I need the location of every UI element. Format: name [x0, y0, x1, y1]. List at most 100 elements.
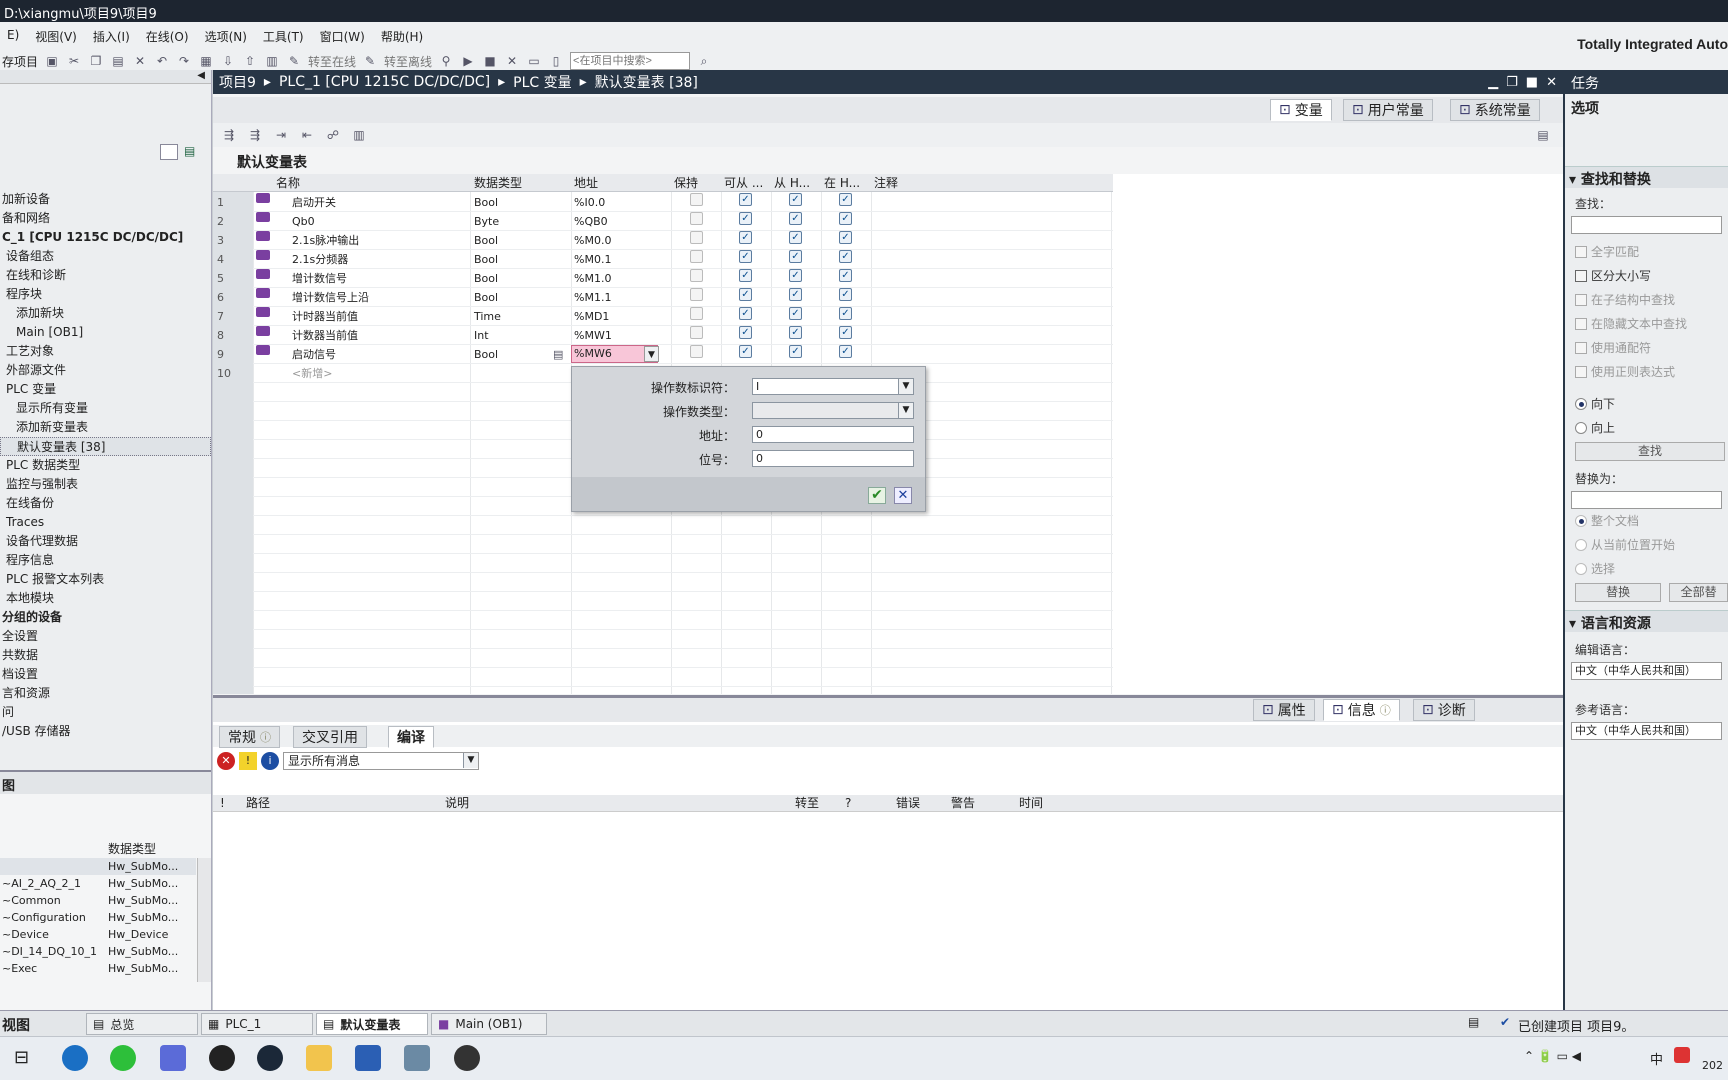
- export-icon[interactable]: ⇥: [273, 127, 289, 143]
- retain-checkbox[interactable]: [690, 288, 703, 301]
- tree-item[interactable]: 本地模块: [0, 589, 211, 608]
- tag-datatype[interactable]: Bool: [474, 231, 498, 250]
- tree-item[interactable]: PLC 变量: [0, 380, 211, 399]
- portal-view-button[interactable]: 视图: [2, 1015, 30, 1035]
- menu-item[interactable]: 工具(T): [256, 28, 313, 45]
- menu-item[interactable]: 窗口(W): [313, 28, 374, 45]
- find-option-checkbox[interactable]: 使用通配符: [1565, 336, 1728, 360]
- find-option-checkbox[interactable]: 在子结构中查找: [1565, 288, 1728, 312]
- col-accessible-hmi[interactable]: 可从 ...: [724, 174, 763, 192]
- word-icon[interactable]: [355, 1045, 381, 1071]
- visible-hmi-checkbox[interactable]: ✓: [839, 193, 852, 206]
- tag-datatype[interactable]: Bool: [474, 288, 498, 307]
- obs-icon[interactable]: [454, 1045, 480, 1071]
- menu-item[interactable]: 帮助(H): [374, 28, 432, 45]
- table-settings-icon[interactable]: ▤: [1535, 127, 1551, 143]
- col-comment[interactable]: 注释: [874, 174, 898, 192]
- tree-item[interactable]: 在线和诊断: [0, 266, 211, 285]
- find-option-checkbox[interactable]: 全字匹配: [1565, 240, 1728, 264]
- go-online-button[interactable]: 转至在线: [308, 53, 356, 70]
- edit-language-select[interactable]: 中文（中华人民共和国）: [1571, 662, 1722, 680]
- direction-up[interactable]: 向上: [1565, 416, 1728, 440]
- writable-hmi-checkbox[interactable]: ✓: [789, 345, 802, 358]
- table-row[interactable]: 7 计时器当前值 Time %MD1 ✓ ✓ ✓: [213, 307, 1113, 326]
- wechat-icon[interactable]: [110, 1045, 136, 1071]
- replace-button[interactable]: 替换: [1575, 583, 1662, 602]
- tree-item[interactable]: Traces: [0, 513, 211, 532]
- search-go-icon[interactable]: ⌕: [696, 53, 712, 69]
- confirm-check-icon[interactable]: ✔: [868, 487, 886, 504]
- tab-cross-reference[interactable]: 交叉引用: [293, 726, 367, 748]
- status-tab-plc[interactable]: ▦ PLC_1: [201, 1013, 313, 1035]
- accessible-hmi-checkbox[interactable]: ✓: [739, 307, 752, 320]
- visible-hmi-checkbox[interactable]: ✓: [839, 288, 852, 301]
- row-number[interactable]: 5: [213, 269, 253, 288]
- tag-name[interactable]: 启动信号: [292, 345, 336, 364]
- writable-hmi-checkbox[interactable]: ✓: [789, 250, 802, 263]
- simulation-icon[interactable]: ▥: [264, 53, 280, 69]
- accessible-hmi-checkbox[interactable]: ✓: [739, 231, 752, 244]
- details-scrollbar[interactable]: [197, 858, 211, 982]
- tree-item[interactable]: 备和网络: [0, 209, 211, 228]
- tree-view-icon[interactable]: [160, 144, 178, 160]
- tag-datatype[interactable]: Bool: [474, 250, 498, 269]
- find-button[interactable]: 查找: [1575, 442, 1725, 461]
- address-editor-icon[interactable]: ▤: [553, 345, 563, 364]
- start-cpu-icon[interactable]: ▶: [460, 53, 476, 69]
- qq-icon[interactable]: [209, 1045, 235, 1071]
- tag-address[interactable]: %M0.1: [574, 250, 611, 269]
- retain-checkbox[interactable]: [690, 307, 703, 320]
- add-new-label[interactable]: <新增>: [292, 364, 332, 383]
- breadcrumb-item[interactable]: PLC_1 [CPU 1215C DC/DC/DC]: [279, 74, 490, 90]
- bit-number-input[interactable]: 0: [752, 450, 914, 467]
- status-panel-icon[interactable]: ▤: [1468, 1015, 1479, 1029]
- tree-item[interactable]: 工艺对象: [0, 342, 211, 361]
- tag-name[interactable]: 2.1s脉冲输出: [292, 231, 359, 250]
- tag-name[interactable]: 增计数信号上沿: [292, 288, 369, 307]
- row-number[interactable]: 3: [213, 231, 253, 250]
- visible-hmi-checkbox[interactable]: ✓: [839, 269, 852, 282]
- find-replace-section[interactable]: ▾ 查找和替换: [1565, 166, 1728, 188]
- row-number[interactable]: 1: [213, 193, 253, 212]
- tab-compile[interactable]: 编译: [388, 726, 434, 748]
- breadcrumb-item[interactable]: PLC 变量: [513, 72, 571, 92]
- chevron-down-icon[interactable]: ▼: [644, 346, 659, 362]
- tag-address[interactable]: %M1.1: [574, 288, 611, 307]
- retain-checkbox[interactable]: [690, 193, 703, 206]
- download-icon[interactable]: ⇩: [220, 53, 236, 69]
- status-tab-tag-table[interactable]: ▤ 默认变量表: [316, 1013, 428, 1035]
- find-option-checkbox[interactable]: 区分大小写: [1565, 264, 1728, 288]
- save-project-button[interactable]: 存项目: [2, 53, 38, 70]
- details-row[interactable]: Hw_SubMo...: [0, 858, 196, 875]
- tag-address[interactable]: %MD1: [574, 307, 609, 326]
- tree-item[interactable]: 程序块: [0, 285, 211, 304]
- retain-checkbox[interactable]: [690, 212, 703, 225]
- menu-item[interactable]: E): [0, 28, 28, 45]
- upload-icon[interactable]: ⇧: [242, 53, 258, 69]
- tree-item[interactable]: 设备组态: [0, 247, 211, 266]
- visible-hmi-checkbox[interactable]: ✓: [839, 307, 852, 320]
- tag-name[interactable]: 增计数信号: [292, 269, 347, 288]
- writable-hmi-checkbox[interactable]: ✓: [789, 269, 802, 282]
- ime-indicator[interactable]: 中: [1650, 1049, 1663, 1068]
- split-horizontal-icon[interactable]: ▭: [526, 53, 542, 69]
- replace-scope-radio[interactable]: 选择: [1565, 557, 1728, 581]
- tag-datatype[interactable]: Bool: [474, 345, 498, 364]
- details-row[interactable]: ~AI_2_AQ_2_1 Hw_SubMo...: [0, 875, 196, 892]
- find-option-checkbox[interactable]: 在隐藏文本中查找: [1565, 312, 1728, 336]
- insert-row-icon[interactable]: ⇶: [221, 127, 237, 143]
- writable-hmi-checkbox[interactable]: ✓: [789, 193, 802, 206]
- col-writable-hmi[interactable]: 从 H...: [774, 174, 810, 192]
- tree-item[interactable]: 全设置: [0, 627, 211, 646]
- copy-icon[interactable]: ❐: [88, 53, 104, 69]
- tag-address[interactable]: %MW1: [574, 326, 612, 345]
- tab-diagnostics[interactable]: ⊡ 诊断: [1413, 699, 1475, 721]
- visible-hmi-checkbox[interactable]: ✓: [839, 231, 852, 244]
- tag-datatype[interactable]: Time: [474, 307, 501, 326]
- delete-icon[interactable]: ✕: [132, 53, 148, 69]
- task-view-icon[interactable]: ⊟: [14, 1047, 29, 1068]
- project-search-input[interactable]: [570, 52, 691, 70]
- tree-item[interactable]: PLC 报警文本列表: [0, 570, 211, 589]
- split-vertical-icon[interactable]: ▯: [548, 53, 564, 69]
- menu-item[interactable]: 选项(N): [198, 28, 256, 45]
